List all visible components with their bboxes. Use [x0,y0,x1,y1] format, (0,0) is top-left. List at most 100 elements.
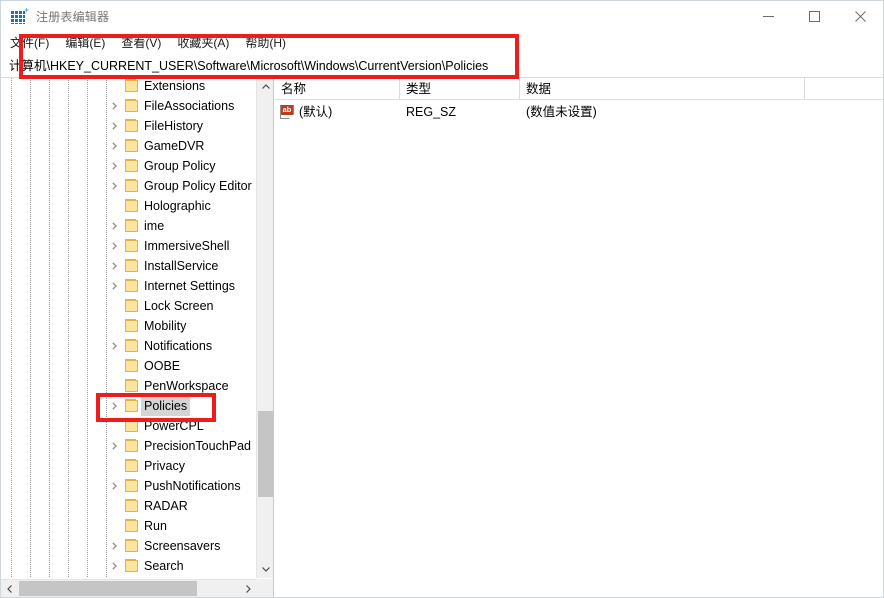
maximize-button[interactable] [791,1,837,32]
menu-edit[interactable]: 编辑(E) [65,32,105,54]
title-bar: 注册表编辑器 [1,1,883,32]
chevron-right-icon[interactable] [106,156,122,176]
tree-item-run[interactable]: Run [1,516,257,536]
tree-item-ime[interactable]: ime [1,216,257,236]
tree-item-screensavers[interactable]: Screensavers [1,536,257,556]
scrollbar-corner [256,579,273,597]
folder-icon [125,139,140,152]
folder-icon [125,559,140,572]
scroll-left-icon[interactable] [1,580,18,597]
chevron-right-icon[interactable] [106,556,122,576]
tree-item-notifications[interactable]: Notifications [1,336,257,356]
tree-item-holographic[interactable]: Holographic [1,196,257,216]
close-button[interactable] [837,1,883,32]
folder-icon [125,399,140,412]
folder-icon [125,239,140,252]
chevron-right-icon[interactable] [106,396,122,416]
chevron-right-icon[interactable] [106,256,122,276]
tree-item-label: PowerCPL [144,416,204,436]
address-bar[interactable]: 计算机\HKEY_CURRENT_USER\Software\Microsoft… [1,54,883,78]
tree-item-powercpl[interactable]: PowerCPL [1,416,257,436]
registry-tree[interactable]: ExtensionsFileAssociationsFileHistoryGam… [1,78,257,578]
tree-item-label: InstallService [144,256,218,276]
menu-help[interactable]: 帮助(H) [245,32,286,54]
chevron-right-icon[interactable] [106,276,122,296]
value-row[interactable]: ab(默认)REG_SZ(数值未设置) [275,101,883,123]
folder-icon [125,379,140,392]
registry-tree-pane: ExtensionsFileAssociationsFileHistoryGam… [1,78,274,597]
folder-icon [125,219,140,232]
tree-item-group-policy-editor[interactable]: Group Policy Editor [1,176,257,196]
chevron-right-icon[interactable] [106,336,122,356]
registry-editor-window: 注册表编辑器 文件(F) 编辑(E) 查看(V) 收藏夹(A) 帮助(H) 计算… [0,0,884,598]
tree-item-filehistory[interactable]: FileHistory [1,116,257,136]
menu-favorites[interactable]: 收藏夹(A) [177,32,229,54]
folder-icon [125,519,140,532]
scroll-down-icon[interactable] [257,561,274,578]
tree-item-mobility[interactable]: Mobility [1,316,257,336]
tree-item-label: Search [144,556,184,576]
tree-item-label: Internet Settings [144,276,235,296]
string-value-icon: ab [280,105,294,119]
tree-scroll-thumb[interactable] [258,411,273,497]
chevron-right-icon[interactable] [106,236,122,256]
menu-view[interactable]: 查看(V) [121,32,161,54]
folder-icon [125,259,140,272]
tree-item-label: GameDVR [144,136,204,156]
value-data-cell: (数值未设置) [526,101,597,123]
folder-icon [125,419,140,432]
folder-icon [125,199,140,212]
address-path-text: 计算机\HKEY_CURRENT_USER\Software\Microsoft… [1,54,488,78]
tree-vertical-scrollbar[interactable] [256,78,273,578]
folder-icon [125,459,140,472]
tree-item-group-policy[interactable]: Group Policy [1,156,257,176]
tree-item-oobe[interactable]: OOBE [1,356,257,376]
chevron-right-icon[interactable] [106,96,122,116]
registry-grid-icon [11,9,27,25]
scroll-up-icon[interactable] [257,78,274,95]
window-title: 注册表编辑器 [36,8,109,25]
tree-item-label: Notifications [144,336,212,356]
tree-horizontal-scrollbar[interactable] [1,579,257,597]
folder-icon [125,359,140,372]
tree-item-lock-screen[interactable]: Lock Screen [1,296,257,316]
chevron-right-icon[interactable] [106,136,122,156]
chevron-right-icon[interactable] [106,216,122,236]
tree-item-installservice[interactable]: InstallService [1,256,257,276]
tree-item-precisiontouchpad[interactable]: PrecisionTouchPad [1,436,257,456]
main-content: ExtensionsFileAssociationsFileHistoryGam… [1,78,883,597]
tree-item-radar[interactable]: RADAR [1,496,257,516]
tree-item-policies[interactable]: Policies [1,396,257,416]
folder-icon [125,99,140,112]
column-header-type[interactable]: 类型 [400,78,520,100]
tree-item-fileassociations[interactable]: FileAssociations [1,96,257,116]
tree-item-internet-settings[interactable]: Internet Settings [1,276,257,296]
tree-item-immersiveshell[interactable]: ImmersiveShell [1,236,257,256]
folder-icon [125,499,140,512]
folder-icon [125,299,140,312]
folder-icon [125,119,140,132]
folder-icon [125,539,140,552]
chevron-right-icon[interactable] [106,536,122,556]
tree-item-pushnotifications[interactable]: PushNotifications [1,476,257,496]
tree-item-label: RADAR [144,496,188,516]
folder-icon [125,339,140,352]
tree-item-label: ime [144,216,164,236]
column-header-data[interactable]: 数据 [520,78,805,100]
tree-item-privacy[interactable]: Privacy [1,456,257,476]
chevron-right-icon[interactable] [106,176,122,196]
chevron-right-icon[interactable] [106,476,122,496]
minimize-button[interactable] [745,1,791,32]
tree-item-extensions[interactable]: Extensions [1,78,257,96]
scroll-right-icon[interactable] [240,580,257,597]
menu-file[interactable]: 文件(F) [10,32,49,54]
tree-item-search[interactable]: Search [1,556,257,576]
tree-item-label: Extensions [144,78,205,96]
column-header-name[interactable]: 名称 [275,78,400,100]
chevron-right-icon[interactable] [106,436,122,456]
chevron-right-icon[interactable] [106,116,122,136]
tree-item-penworkspace[interactable]: PenWorkspace [1,376,257,396]
tree-item-gamedvr[interactable]: GameDVR [1,136,257,156]
tree-item-label: Group Policy [144,156,216,176]
tree-hscroll-thumb[interactable] [19,581,197,596]
